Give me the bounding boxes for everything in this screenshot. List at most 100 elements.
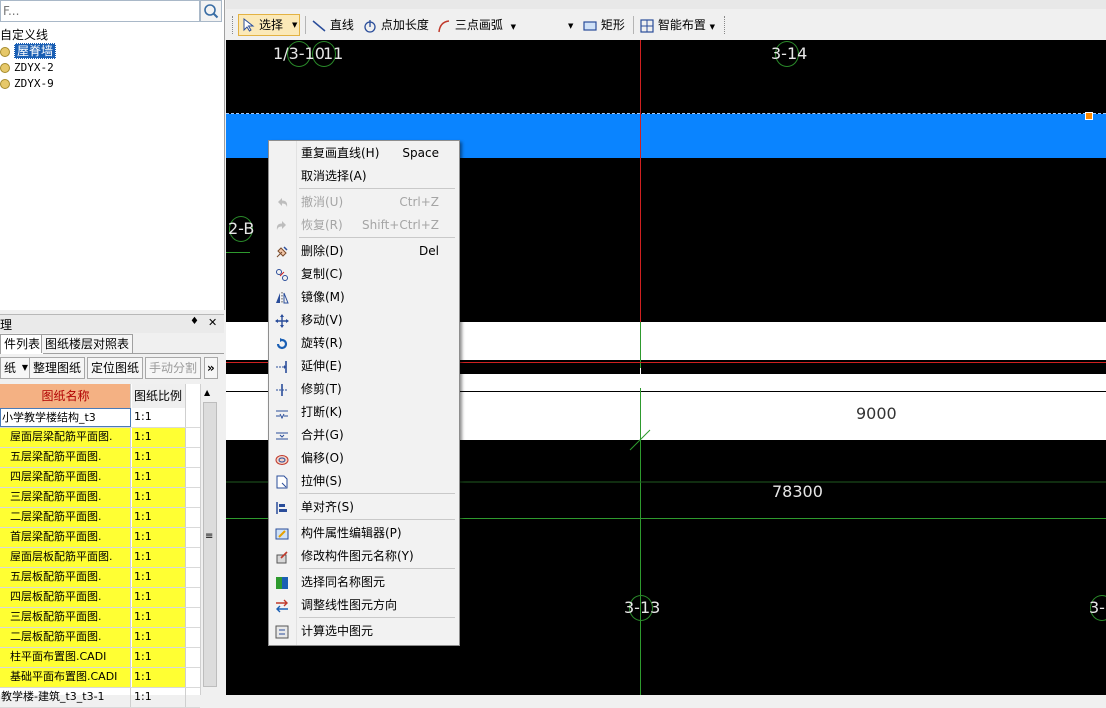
move-icon bbox=[275, 314, 289, 328]
dimension-label: 78300 bbox=[772, 482, 823, 501]
column-header-name[interactable]: 图纸名称 bbox=[0, 384, 131, 408]
tree-item-zdyx-2[interactable]: ZDYX-2 bbox=[0, 59, 224, 75]
chevron-down-icon: ▼ bbox=[21, 363, 29, 372]
line-tool-button[interactable]: 直线 bbox=[312, 15, 354, 35]
drawing-name-cell: 屋面层梁配筋平面图. bbox=[0, 428, 131, 447]
menu-item-label: 恢复(R) bbox=[301, 218, 343, 232]
table-row[interactable]: 基础平面布置图.CADI 1:1 bbox=[0, 668, 200, 688]
table-row[interactable]: 二层板配筋平面图. 1:1 bbox=[0, 628, 200, 648]
drawing-dropdown-button[interactable]: 纸 ▼ bbox=[0, 357, 32, 379]
smart-layout-button[interactable]: 智能布置 ▼ bbox=[640, 15, 715, 35]
organize-drawings-button[interactable]: 整理图纸 bbox=[29, 357, 86, 379]
search-button[interactable] bbox=[200, 0, 222, 22]
menu-item-label: 删除(D) bbox=[301, 244, 344, 258]
chevron-down-icon[interactable]: ▼ bbox=[568, 22, 573, 30]
context-menu-item[interactable]: 旋转(R) bbox=[269, 332, 457, 355]
table-row[interactable]: 小学教学楼结构_t3 1:1 bbox=[0, 408, 200, 428]
drawing-name-cell: 四层梁配筋平面图. bbox=[0, 468, 131, 487]
context-menu-item[interactable]: 复制(C) bbox=[269, 263, 457, 286]
axis-label: 2-B bbox=[228, 219, 255, 238]
context-menu-item[interactable]: 打断(K) bbox=[269, 401, 457, 424]
tree-item-roof-ridge-wall[interactable]: 屋脊墙 bbox=[0, 43, 224, 59]
table-row[interactable]: 三层梁配筋平面图. 1:1 bbox=[0, 488, 200, 508]
drawing-scale-cell: 1:1 bbox=[132, 688, 186, 707]
context-menu-item[interactable]: 合并(G) bbox=[269, 424, 457, 447]
mirror-icon bbox=[276, 292, 289, 304]
scroll-up-icon[interactable]: ▲ bbox=[204, 388, 210, 397]
grid-line-horizontal bbox=[226, 252, 250, 253]
table-row[interactable]: 三层板配筋平面图. 1:1 bbox=[0, 608, 200, 628]
menu-item-label: 重复画直线(H) bbox=[301, 146, 380, 160]
table-row[interactable]: 四层板配筋平面图. 1:1 bbox=[0, 588, 200, 608]
context-menu-item[interactable]: 恢复(R) Shift+Ctrl+Z bbox=[269, 214, 457, 237]
drawing-scale-cell: 1:1 bbox=[132, 468, 186, 487]
table-row[interactable]: 柱平面布置图.CADI 1:1 bbox=[0, 648, 200, 668]
table-row[interactable]: 五层板配筋平面图. 1:1 bbox=[0, 568, 200, 588]
close-icon[interactable]: ✕ bbox=[208, 316, 217, 329]
context-menu-item[interactable]: 删除(D) Del bbox=[269, 240, 457, 263]
pin-icon[interactable]: ♦ bbox=[190, 316, 199, 327]
context-menu-item[interactable]: 修剪(T) bbox=[269, 378, 457, 401]
extend-icon bbox=[276, 361, 287, 373]
menu-item-label: 偏移(O) bbox=[301, 451, 344, 465]
context-menu-item[interactable]: 计算选中图元 bbox=[269, 620, 457, 643]
scroll-grip-icon: ≡ bbox=[205, 531, 214, 542]
drawing-name-cell: 教学楼-建筑_t3_t3-1 bbox=[0, 688, 131, 707]
menu-item-shortcut: Ctrl+Z bbox=[399, 195, 439, 209]
tab-component-list[interactable]: 件列表 bbox=[0, 334, 45, 354]
line-tool-label: 直线 bbox=[329, 18, 354, 32]
context-menu-item[interactable]: 移动(V) bbox=[269, 309, 457, 332]
table-row[interactable]: 首层梁配筋平面图. 1:1 bbox=[0, 528, 200, 548]
table-row[interactable]: 屋面层板配筋平面图. 1:1 bbox=[0, 548, 200, 568]
arc-tool-label: 三点画弧 bbox=[454, 18, 503, 32]
context-menu-item[interactable]: 重复画直线(H) Space bbox=[269, 142, 457, 165]
locate-drawing-button[interactable]: 定位图纸 bbox=[87, 357, 144, 379]
dimension-label: 9000 bbox=[856, 404, 897, 423]
menu-item-label: 修剪(T) bbox=[301, 382, 342, 396]
menu-item-label: 单对齐(S) bbox=[301, 500, 354, 514]
rectangle-tool-button[interactable]: 矩形 bbox=[583, 15, 625, 35]
calculate-icon bbox=[275, 625, 289, 639]
select-tool-button[interactable]: 选择 ▼ bbox=[238, 14, 300, 36]
table-row[interactable]: 教学楼-建筑_t3_t3-1 1:1 bbox=[0, 688, 200, 708]
search-input[interactable]: F... bbox=[0, 0, 200, 22]
context-menu-item[interactable]: 选择同名称图元 bbox=[269, 571, 457, 594]
context-menu-item[interactable]: 调整线性图元方向 bbox=[269, 594, 457, 617]
overflow-button[interactable]: » bbox=[204, 357, 218, 379]
axis-label: 11 bbox=[323, 44, 344, 63]
three-point-arc-tool-button[interactable]: 三点画弧 ▼ bbox=[437, 15, 516, 35]
menu-item-label: 打断(K) bbox=[301, 405, 343, 419]
context-menu-item[interactable]: 延伸(E) bbox=[269, 355, 457, 378]
scroll-thumb[interactable]: ≡ bbox=[203, 402, 217, 687]
manual-split-button[interactable]: 手动分割 bbox=[145, 357, 202, 379]
table-row[interactable]: 五层梁配筋平面图. 1:1 bbox=[0, 448, 200, 468]
point-length-tool-button[interactable]: 点加长度 bbox=[363, 15, 429, 35]
context-menu-item[interactable]: 修改构件图元名称(Y) bbox=[269, 545, 457, 568]
drawing-list-table: 图纸名称 图纸比例 小学教学楼结构_t3 1:1 屋面层梁配筋平面图. 1:1 五层梁配… bbox=[0, 384, 200, 708]
grip-handle[interactable] bbox=[1085, 112, 1093, 120]
table-row[interactable]: 屋面层梁配筋平面图. 1:1 bbox=[0, 428, 200, 448]
context-menu-item[interactable]: 撤消(U) Ctrl+Z bbox=[269, 191, 457, 214]
panel-title: 理 bbox=[0, 318, 13, 332]
context-menu-item[interactable]: 镜像(M) bbox=[269, 286, 457, 309]
smart-layout-icon bbox=[640, 18, 654, 33]
table-row[interactable]: 二层梁配筋平面图. 1:1 bbox=[0, 508, 200, 528]
axis-label: 1/3-10 bbox=[273, 44, 325, 63]
menu-separator bbox=[299, 617, 455, 618]
tree-root[interactable]: 自定义线 bbox=[0, 27, 224, 43]
tree-item-zdyx-9[interactable]: ZDYX-9 bbox=[0, 75, 224, 91]
context-menu-item[interactable]: 偏移(O) bbox=[269, 447, 457, 470]
context-menu-item[interactable]: 单对齐(S) bbox=[269, 496, 457, 519]
table-row[interactable]: 四层梁配筋平面图. 1:1 bbox=[0, 468, 200, 488]
context-menu-item[interactable]: 构件属性编辑器(P) bbox=[269, 522, 457, 545]
menu-item-shortcut: Shift+Ctrl+Z bbox=[362, 218, 439, 232]
tab-drawing-floor-map[interactable]: 图纸楼层对照表 bbox=[41, 334, 134, 353]
drawing-button-bar: 纸 ▼ 整理图纸 定位图纸 手动分割 » bbox=[0, 356, 224, 380]
dimension-tick bbox=[629, 429, 651, 451]
context-menu-item[interactable]: 取消选择(A) bbox=[269, 165, 457, 188]
drawing-list-scrollbar[interactable]: ▲ ≡ bbox=[200, 384, 218, 695]
column-header-scale[interactable]: 图纸比例 bbox=[132, 384, 186, 408]
table-header: 图纸名称 图纸比例 bbox=[0, 384, 200, 408]
drawing-scale-cell: 1:1 bbox=[132, 648, 186, 667]
context-menu-item[interactable]: 拉伸(S) bbox=[269, 470, 457, 493]
